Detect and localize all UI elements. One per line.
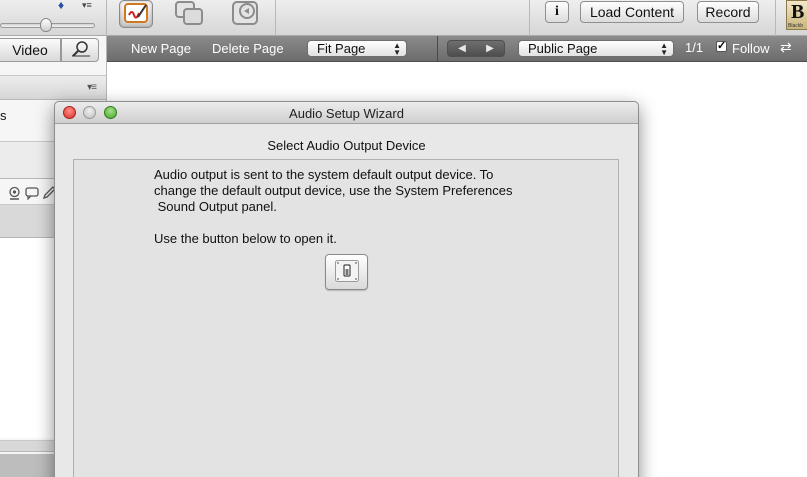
panel-options-icon[interactable]: ▾≡ xyxy=(87,82,97,93)
volume-slider-thumb[interactable] xyxy=(40,18,52,32)
zoom-select[interactable]: Fit Page ▲ ▼ xyxy=(307,40,407,57)
participant-tool-icons xyxy=(0,186,56,202)
view-segmented-control: Video xyxy=(0,38,106,62)
chevron-updown-icon: ▲ ▼ xyxy=(660,41,668,57)
new-page-button[interactable]: New Page xyxy=(131,41,191,56)
previous-page-icon[interactable]: ◀ xyxy=(448,43,476,54)
next-page-icon[interactable]: ▶ xyxy=(476,43,504,54)
wizard-content: Audio output is sent to the system defau… xyxy=(73,159,619,477)
participants-header: ▾≡ xyxy=(0,75,106,100)
open-instruction: Use the button below to open it. xyxy=(154,231,337,246)
file-transfer-button[interactable] xyxy=(228,0,262,28)
sound-preferences-icon xyxy=(334,259,360,286)
info-button[interactable]: i xyxy=(545,1,569,23)
application-share-button[interactable] xyxy=(172,0,206,28)
dialog-titlebar[interactable]: Audio Setup Wizard xyxy=(55,102,638,124)
page-count: 1/1 xyxy=(685,40,704,55)
arrows-icon[interactable]: ⇄ xyxy=(780,39,792,56)
webcam-icon[interactable] xyxy=(8,186,21,203)
main-toolbar: ♦ ▾≡ i Load Content Record B Blackb xyxy=(0,0,807,36)
page-navigation: ◀ ▶ xyxy=(447,40,505,57)
info-icon: i xyxy=(555,4,559,19)
instruction-line-1: Audio output is sent to the system defau… xyxy=(154,167,494,182)
follow-label: Follow xyxy=(732,41,770,56)
whiteboard-pen-icon xyxy=(123,1,149,28)
brand-logo: B Blackb xyxy=(786,0,807,30)
list-menu-icon[interactable]: ▾≡ xyxy=(82,0,92,11)
toolbar-divider xyxy=(437,36,438,62)
search-person-icon xyxy=(68,40,92,61)
step-title: Select Audio Output Device xyxy=(267,138,426,153)
follow-checkbox[interactable]: ✓ xyxy=(716,41,727,52)
chevron-updown-icon: ▲ ▼ xyxy=(393,41,401,57)
windows-icon xyxy=(174,0,204,29)
record-button[interactable]: Record xyxy=(697,1,759,23)
audio-setup-wizard-dialog: Audio Setup Wizard Select Audio Output D… xyxy=(54,101,639,477)
dialog-title: Audio Setup Wizard xyxy=(289,106,404,121)
instruction-line-3: Sound Output panel. xyxy=(154,199,277,214)
share-icon xyxy=(230,0,260,29)
page-select[interactable]: Public Page ▲ ▼ xyxy=(518,40,674,57)
open-sound-preferences-button[interactable] xyxy=(325,254,368,290)
delete-page-button[interactable]: Delete Page xyxy=(212,41,284,56)
paint-palette-icon[interactable]: ♦ xyxy=(58,0,64,12)
page-toolbar: New Page Delete Page Fit Page ▲ ▼ ◀ ▶ Pub… xyxy=(107,36,807,62)
search-participants-button[interactable] xyxy=(61,38,99,62)
video-tab[interactable]: Video xyxy=(0,38,61,62)
instruction-line-2: change the default output device, use th… xyxy=(154,183,513,198)
chat-icon[interactable] xyxy=(25,187,39,203)
load-content-button[interactable]: Load Content xyxy=(580,1,684,23)
whiteboard-tool-button[interactable] xyxy=(119,0,153,28)
